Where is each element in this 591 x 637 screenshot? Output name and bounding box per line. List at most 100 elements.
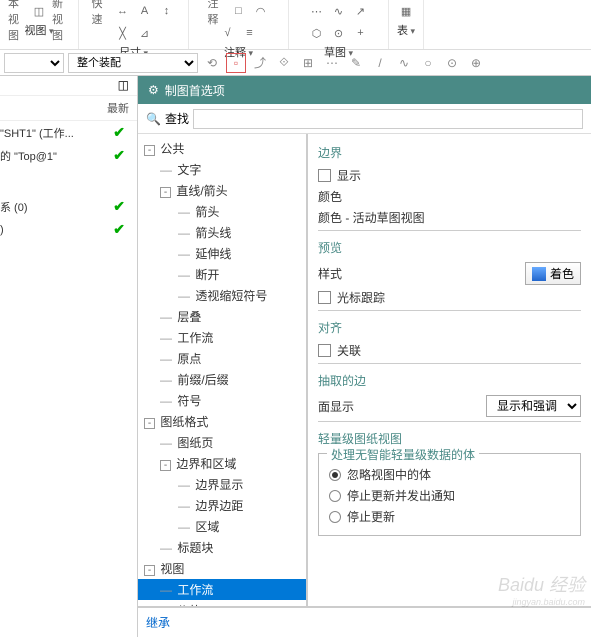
tree-item[interactable]: — 原点 [138,348,306,369]
tb-icon[interactable]: ○ [418,53,438,73]
tree-dash-icon: — [160,310,172,324]
tree-dash-icon: — [178,247,190,261]
tree-item[interactable]: — 箭头 [138,201,306,222]
sketch-icon[interactable]: ⊙ [330,24,348,42]
search-input[interactable] [193,109,583,129]
tb-icon[interactable]: ∿ [394,53,414,73]
sketch-icon[interactable]: ⬡ [308,24,326,42]
tree-item[interactable]: — 文字 [138,159,306,180]
assoc-checkbox[interactable] [318,344,331,357]
list-item[interactable]: )✔ [0,218,137,241]
face-display-select[interactable]: 显示和强调 [486,395,581,417]
check-icon: ✔ [107,124,131,141]
tree-item[interactable]: — 图纸页 [138,432,306,453]
tree-item[interactable]: — 透视缩短符号 [138,285,306,306]
sketch-icon[interactable]: + [352,24,370,42]
tree-label: 延伸线 [195,247,231,261]
list-item[interactable] [0,167,137,195]
tree-item[interactable]: — 前缀/后缀 [138,369,306,390]
tb-icon[interactable]: / [370,53,390,73]
tb-icon[interactable]: ✎ [346,53,366,73]
section-align: 对齐 [318,319,581,336]
tree-toggle-icon[interactable]: - [144,565,155,576]
base-view-icon[interactable]: 基本视图 [8,2,26,20]
cursor-track-checkbox[interactable] [318,291,331,304]
sketch-icon[interactable]: ⋯ [308,2,326,20]
tree-toggle-icon[interactable]: - [144,145,155,156]
tree-item[interactable]: — 工作流 [138,579,306,600]
dialog-body: - 公共— 文字- 直线/箭头— 箭头— 箭头线— 延伸线— 断开— 透视缩短符… [138,134,591,606]
tree-item[interactable]: — 区域 [138,516,306,537]
style-label: 样式 [318,265,342,282]
style-button[interactable]: 着色 [525,262,581,285]
tree-dash-icon: — [178,478,190,492]
tree-item[interactable]: — 标题块 [138,537,306,558]
radio-stop[interactable] [329,511,341,523]
annot-icon[interactable]: □ [230,2,248,20]
tb-icon[interactable]: ⟲ [202,53,222,73]
annot-icon[interactable]: √ [219,24,237,42]
cube-icon [532,267,546,281]
update-view-icon[interactable]: 更新视图 [52,2,70,20]
tree-item[interactable]: - 公共 [138,138,306,159]
list-item[interactable]: "SHT1" (工作...✔ [0,121,137,144]
quick-icon[interactable]: 快速 [92,2,110,20]
tb-icon[interactable]: ⟐ [274,53,294,73]
dim-icon[interactable]: A [136,2,154,20]
inherit-link[interactable]: 继承 [138,606,591,637]
dim-icon[interactable]: ↕ [158,2,176,20]
tree-item[interactable]: — 工作流 [138,327,306,348]
tree-label: 标题块 [177,541,213,555]
search-label: 查找 [165,110,189,127]
radio-stop-notify[interactable] [329,490,341,502]
table-icon[interactable]: ▦ [397,2,415,20]
tb-icon[interactable]: ⊙ [442,53,462,73]
tb-icon[interactable]: ⊞ [298,53,318,73]
tree-toggle-icon[interactable]: - [144,418,155,429]
tree-toggle-icon[interactable]: - [160,460,171,471]
binoculars-icon: 🔍 [146,112,161,126]
tree-item[interactable]: — 边界边距 [138,495,306,516]
tb-icon[interactable]: ⊕ [466,53,486,73]
sketch-icon[interactable]: ↗ [352,2,370,20]
ribbon-label-table[interactable]: 表 [397,22,415,38]
tree-item[interactable]: — 延伸线 [138,243,306,264]
color-label: 颜色 [318,188,342,205]
ribbon-group-view: 基本视图 ◫ 更新视图 视图 [0,0,79,49]
dim-icon[interactable]: ╳ [114,24,132,42]
tree-item[interactable]: — 边界显示 [138,474,306,495]
filter-dropdown-1[interactable] [4,53,64,73]
dim-icon[interactable]: ↔ [114,2,132,20]
tree-item[interactable]: - 直线/箭头 [138,180,306,201]
dim-icon[interactable]: ⊿ [136,24,154,42]
tb-icon[interactable]: ⋯ [322,53,342,73]
annot-icon[interactable]: ◠ [252,2,270,20]
tree-dash-icon: — [178,289,190,303]
ribbon-group-dimension: 快速 ↔ A ↕ ╳ ⊿ 尺寸 [79,0,189,49]
list-item[interactable]: 的 "Top@1"✔ [0,144,137,167]
radio-ignore[interactable] [329,469,341,481]
tree-item[interactable]: - 视图 [138,558,306,579]
annot-icon[interactable]: 注释 [208,2,226,20]
tree-item[interactable]: — 符号 [138,390,306,411]
tree-label: 视图 [160,562,184,576]
tree-item[interactable]: - 边界和区域 [138,453,306,474]
tree-item[interactable]: — 箭头线 [138,222,306,243]
tree-toggle-icon[interactable]: - [160,187,171,198]
panel-icon[interactable]: ◫ [118,78,129,92]
annot-icon[interactable]: ≡ [241,24,259,42]
tree-item[interactable]: — 断开 [138,264,306,285]
tree-item[interactable]: — 层叠 [138,306,306,327]
tree-item[interactable]: - 图纸格式 [138,411,306,432]
filter-dropdown-2[interactable]: 整个装配 [68,53,198,73]
ribbon-small-icon[interactable]: ◫ [30,2,48,20]
tree-dash-icon: — [160,352,172,366]
tree-label: 箭头 [195,205,219,219]
ribbon-label-view[interactable]: 视图 [24,22,53,38]
show-checkbox[interactable] [318,169,331,182]
tb-icon[interactable]: ▫ [226,53,246,73]
list-item[interactable]: 系 (0)✔ [0,195,137,218]
search-bar: 🔍 查找 [138,104,591,134]
sketch-icon[interactable]: ∿ [330,2,348,20]
tb-icon[interactable]: ⤴ [250,53,270,73]
